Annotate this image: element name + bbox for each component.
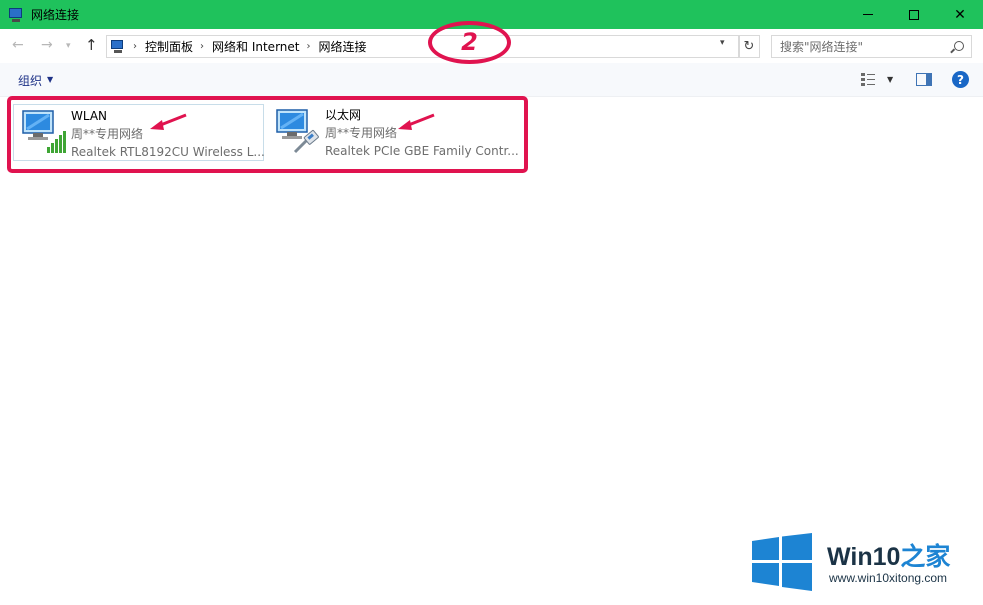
search-icon xyxy=(954,41,964,51)
address-history-dropdown-icon[interactable]: ▾ xyxy=(720,38,725,48)
organize-menu-button[interactable]: 组织 xyxy=(18,72,42,89)
command-bar: 组织 ▼ ▼ ? xyxy=(0,63,983,97)
watermark-url: www.win10xitong.com xyxy=(829,571,948,585)
forward-arrow-icon[interactable]: → xyxy=(41,37,53,53)
close-button[interactable]: ✕ xyxy=(937,0,983,29)
search-placeholder: 搜索"网络连接" xyxy=(780,40,864,54)
close-icon: ✕ xyxy=(954,6,966,23)
watermark-brand-text: Win10 xyxy=(827,543,901,571)
search-input[interactable]: 搜索"网络连接" xyxy=(771,35,972,58)
window-title: 网络连接 xyxy=(31,8,80,22)
minimize-button[interactable] xyxy=(845,0,891,29)
ethernet-adapter-icon xyxy=(276,109,319,154)
wireless-adapter-icon xyxy=(22,110,66,153)
adapter-ethernet[interactable]: 以太网 周**专用网络 Realtek PCIe GBE Family Cont… xyxy=(268,104,519,161)
recent-locations-dropdown-icon[interactable]: ▾ xyxy=(66,41,71,51)
help-icon[interactable]: ? xyxy=(952,71,969,88)
windows-logo-icon xyxy=(752,533,812,591)
change-view-icon[interactable] xyxy=(861,73,877,86)
view-options-dropdown-icon[interactable]: ▼ xyxy=(887,75,893,84)
preview-pane-icon[interactable] xyxy=(916,73,932,86)
adapter-wlan[interactable]: WLAN 周**专用网络 Realtek RTL8192CU Wireless … xyxy=(13,104,265,161)
up-arrow-icon[interactable]: ↑ xyxy=(85,36,98,54)
chevron-right-icon[interactable]: › xyxy=(200,41,204,52)
annotation-arrow-icon xyxy=(398,113,435,130)
breadcrumb-network-connections[interactable]: 网络连接 xyxy=(318,38,366,55)
chevron-right-icon[interactable]: › xyxy=(133,41,137,52)
minimize-icon xyxy=(863,14,873,15)
organize-dropdown-icon[interactable]: ▼ xyxy=(47,75,53,84)
network-connections-icon xyxy=(8,7,24,23)
address-bar[interactable]: › 控制面板 › 网络和 Internet › 网络连接 xyxy=(106,35,740,58)
refresh-button[interactable]: ↻ xyxy=(738,35,760,58)
maximize-icon xyxy=(909,9,919,20)
watermark-brand: Win10之家 xyxy=(827,537,950,573)
watermark-brand-suffix: 之家 xyxy=(900,543,951,571)
step-number: 2 xyxy=(461,27,478,56)
content-area xyxy=(0,97,983,605)
step-annotation: 2 xyxy=(428,21,511,64)
annotation-arrow-icon xyxy=(150,113,187,130)
adapter-device: Realtek RTL8192CU Wireless L... xyxy=(71,145,265,159)
control-panel-icon xyxy=(110,39,126,54)
refresh-icon: ↻ xyxy=(743,39,755,54)
breadcrumb-network-internet[interactable]: 网络和 Internet xyxy=(212,38,299,55)
chevron-right-icon[interactable]: › xyxy=(306,41,310,52)
adapter-device: Realtek PCIe GBE Family Contr... xyxy=(325,144,519,158)
maximize-button[interactable] xyxy=(891,0,937,29)
breadcrumb-control-panel[interactable]: 控制面板 xyxy=(145,38,193,55)
back-arrow-icon[interactable]: ← xyxy=(12,37,24,53)
